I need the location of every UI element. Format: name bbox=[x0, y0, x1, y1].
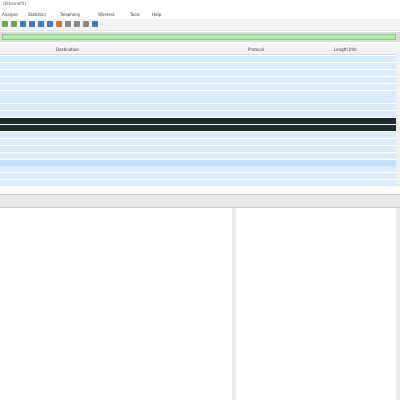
menu-wireless[interactable]: Wireless bbox=[98, 12, 115, 17]
first-packet-icon[interactable] bbox=[29, 21, 35, 27]
packet-row[interactable] bbox=[0, 69, 400, 76]
pane-divider[interactable] bbox=[0, 194, 400, 208]
packet-row[interactable] bbox=[0, 159, 400, 166]
resize-columns-icon[interactable] bbox=[92, 21, 98, 27]
packet-row[interactable] bbox=[0, 118, 400, 125]
packet-details-pane bbox=[0, 208, 232, 400]
zoom-out-icon[interactable] bbox=[74, 21, 80, 27]
column-header-protocol[interactable]: Protocol bbox=[248, 47, 264, 52]
menu-analyze[interactable]: Analyze bbox=[2, 12, 18, 17]
packet-bytes-pane bbox=[236, 208, 400, 400]
go-forward-icon[interactable] bbox=[11, 21, 17, 27]
packet-row[interactable] bbox=[0, 166, 400, 173]
main-toolbar bbox=[0, 19, 400, 31]
bytes-scrollbar[interactable] bbox=[396, 208, 400, 400]
menu-tools[interactable]: Tools bbox=[130, 12, 140, 17]
display-filter-input[interactable] bbox=[2, 34, 396, 40]
packet-row[interactable] bbox=[0, 131, 400, 138]
menu-bar: Analyze Statistics Telephony Wireless Tools H… bbox=[0, 9, 400, 18]
packet-row[interactable] bbox=[0, 138, 400, 145]
packet-row[interactable] bbox=[0, 104, 400, 111]
menu-telephony[interactable]: Telephony bbox=[60, 12, 80, 17]
packet-row[interactable] bbox=[0, 97, 400, 104]
colorize-icon[interactable] bbox=[56, 21, 62, 27]
packet-row[interactable] bbox=[0, 83, 400, 90]
packet-row[interactable] bbox=[0, 125, 400, 131]
column-header-length-info[interactable]: Length Info bbox=[334, 47, 357, 52]
display-filter-bar bbox=[0, 32, 400, 42]
window-title: (Ethernet0) bbox=[3, 1, 26, 6]
zoom-in-icon[interactable] bbox=[65, 21, 71, 27]
packet-list: Destination Protocol Length Info bbox=[0, 44, 400, 194]
go-to-packet-icon[interactable] bbox=[20, 21, 26, 27]
packet-row[interactable] bbox=[0, 111, 400, 118]
packet-row[interactable] bbox=[0, 62, 400, 69]
go-back-icon[interactable] bbox=[2, 21, 8, 27]
packet-row[interactable] bbox=[0, 145, 400, 152]
packet-row[interactable] bbox=[0, 173, 400, 180]
packet-list-header: Destination Protocol Length Info bbox=[0, 44, 400, 55]
normal-size-icon[interactable] bbox=[83, 21, 89, 27]
title-bar: (Ethernet0) bbox=[0, 0, 400, 7]
packet-row[interactable] bbox=[0, 152, 400, 159]
packet-row[interactable] bbox=[0, 90, 400, 97]
column-header-destination[interactable]: Destination bbox=[56, 47, 79, 52]
menu-help[interactable]: Help bbox=[152, 12, 161, 17]
packet-row[interactable] bbox=[0, 180, 400, 187]
packet-row[interactable] bbox=[0, 76, 400, 83]
packet-list-scrollbar[interactable] bbox=[396, 54, 400, 184]
packet-row[interactable] bbox=[0, 56, 400, 62]
menu-statistics[interactable]: Statistics bbox=[28, 12, 46, 17]
last-packet-icon[interactable] bbox=[38, 21, 44, 27]
autoscroll-icon[interactable] bbox=[47, 21, 53, 27]
